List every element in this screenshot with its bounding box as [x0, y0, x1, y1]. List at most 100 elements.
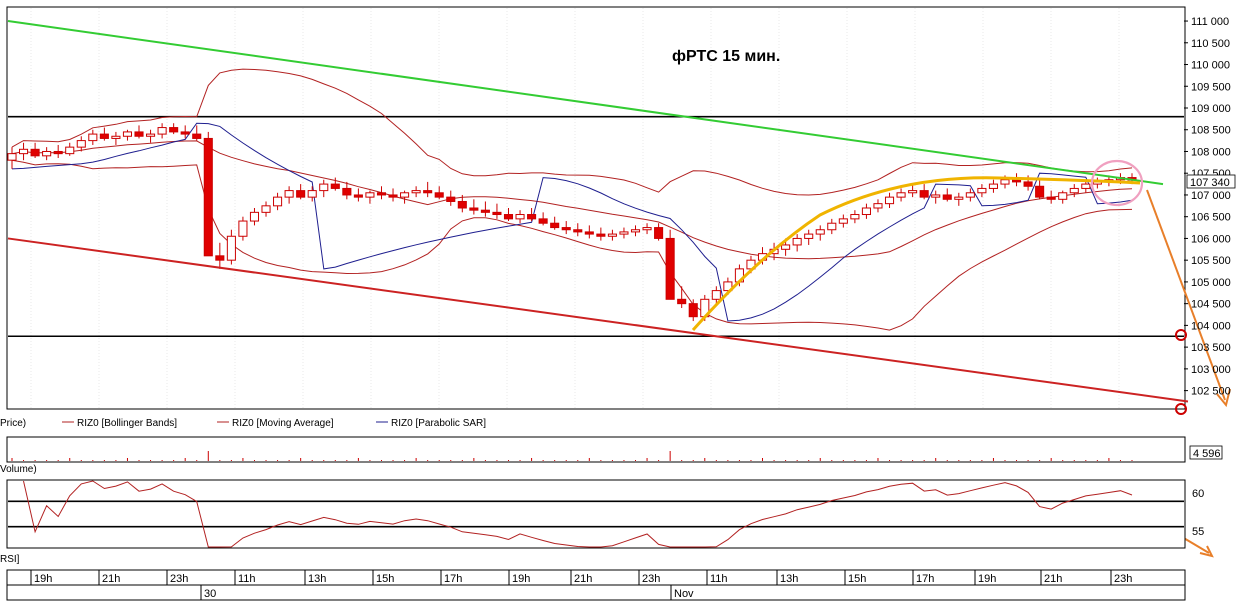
price-tick-label: 103 000 — [1191, 364, 1231, 376]
price-tick-label: 102 500 — [1191, 386, 1231, 398]
candle-body — [122, 131, 133, 137]
candle-body — [515, 214, 525, 220]
candle-body — [492, 211, 502, 216]
price-axis: 111 000 110 500 110 000 109 500 109 000 108 5… — [1184, 16, 1231, 398]
volume-panel-label: Volume) — [0, 464, 37, 475]
price-tick-label: 108 500 — [1191, 125, 1231, 137]
chart-title: фРТС 15 мин. — [672, 48, 780, 65]
candle-body — [931, 194, 941, 198]
candle-body — [353, 194, 363, 198]
time-label: 23h — [1114, 573, 1132, 585]
candle-body — [850, 214, 860, 220]
candle-body — [665, 237, 675, 300]
candle-body — [538, 218, 548, 224]
candle-body — [1069, 187, 1079, 194]
candle-body — [954, 196, 964, 200]
candle-body — [711, 290, 721, 300]
candle-body — [896, 192, 906, 198]
candle-body — [238, 220, 248, 237]
candle-body — [642, 227, 652, 231]
volume-value-label: 4 596 — [1193, 448, 1221, 460]
candle-body — [169, 127, 179, 133]
time-label: 15h — [376, 573, 394, 585]
price-tick-label: 106 500 — [1191, 212, 1231, 224]
candle-body — [942, 194, 952, 200]
candle-body — [908, 190, 918, 194]
price-tick-label: 107 000 — [1191, 190, 1231, 202]
rsi-tick-60: 60 — [1192, 488, 1204, 500]
candle-body — [365, 192, 375, 198]
price-tick-label: 110 500 — [1191, 38, 1230, 50]
time-label: 19h — [978, 573, 996, 585]
candle-body — [838, 218, 848, 224]
candle-body — [469, 207, 479, 211]
candle-body — [65, 146, 75, 155]
candle-body — [480, 209, 490, 213]
candle-body — [53, 150, 63, 155]
candle-body — [319, 183, 329, 192]
candle-body — [527, 214, 537, 220]
candle-body — [249, 211, 260, 222]
candle-body — [296, 190, 306, 198]
rsi-tick-55: 55 — [1192, 526, 1204, 538]
candle-body — [7, 153, 17, 161]
legend-bollinger: RIZ0 [Bollinger Bands] — [77, 418, 177, 429]
legend-parabolic-sar: RIZ0 [Parabolic SAR] — [391, 418, 486, 429]
candle-body — [1081, 183, 1091, 189]
price-tick-label: 106 000 — [1191, 233, 1231, 245]
time-label: 11h — [238, 573, 256, 585]
price-tick-label: 105 500 — [1191, 255, 1231, 267]
time-label: 13h — [780, 573, 798, 585]
candle-body — [446, 196, 456, 202]
price-tick-label: 108 000 — [1191, 146, 1231, 158]
candle-body — [330, 183, 340, 189]
candle-body — [1046, 196, 1056, 200]
candle-body — [342, 187, 352, 196]
candle-body — [215, 255, 225, 261]
rsi-panel-label: RSI] — [0, 554, 20, 565]
volume-panel — [6, 436, 1186, 463]
price-tick-label: 109 500 — [1191, 81, 1231, 93]
time-label: 21h — [574, 573, 592, 585]
candle-body — [88, 133, 98, 142]
candle-body — [503, 214, 514, 220]
candle-body — [781, 244, 791, 250]
candle-body — [988, 183, 998, 189]
price-tick-label: 104 500 — [1191, 299, 1231, 311]
candle-body — [376, 192, 387, 196]
candle-body — [146, 133, 156, 137]
time-label: 21h — [1044, 573, 1062, 585]
candle-body — [884, 196, 895, 205]
candle-body — [284, 190, 294, 198]
time-label: 11h — [710, 573, 728, 585]
candle-body — [111, 135, 121, 139]
candle-body — [1000, 179, 1010, 185]
candlestick-chart: 111 000 110 500 110 000 109 500 109 000 108 5… — [0, 6, 1236, 601]
candle-body — [965, 192, 975, 198]
candle-body — [261, 205, 271, 213]
time-label: 17h — [444, 573, 462, 585]
candle-body — [688, 303, 698, 318]
candle-body — [1058, 192, 1068, 200]
price-tick-label: 105 000 — [1191, 277, 1231, 289]
legend-moving-average: RIZ0 [Moving Average] — [232, 418, 334, 429]
candle-body — [861, 207, 871, 216]
candle-body — [596, 233, 606, 237]
candle-body — [42, 150, 52, 157]
date-label: 30 — [204, 588, 216, 600]
candle-body — [619, 231, 629, 235]
candle-body — [804, 233, 814, 239]
candle-body — [457, 200, 467, 209]
price-panel-label: Price) — [0, 418, 26, 429]
candle-body — [273, 196, 283, 207]
candle-body — [919, 190, 929, 198]
candle-body — [561, 227, 571, 231]
candle-body — [677, 298, 687, 305]
candle-body — [550, 222, 560, 229]
candle-body — [307, 190, 317, 198]
candle-body — [1011, 179, 1022, 183]
candle-body — [607, 233, 617, 237]
candle-body — [76, 140, 86, 148]
candle-body — [584, 231, 594, 235]
candle-body — [99, 133, 109, 139]
